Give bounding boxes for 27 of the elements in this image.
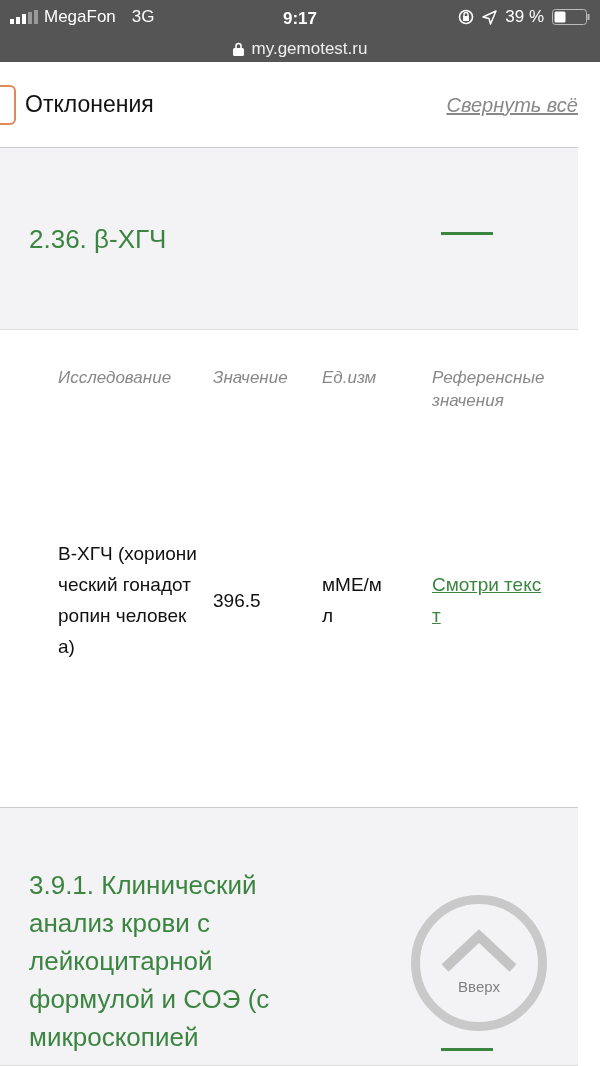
section-title[interactable]: 3.9.1. Клинический анализ крови с лейкоцитарной формулой и СОЭ (с микроскопией [0, 866, 290, 1056]
location-arrow-icon [482, 9, 498, 25]
chevron-up-icon [439, 927, 519, 972]
rotation-lock-icon [458, 9, 475, 25]
expanded-indicator[interactable] [441, 232, 493, 235]
lock-icon [232, 41, 244, 56]
checkbox-label: Отклонения [25, 90, 154, 120]
table-cell-text: мМЕ/мл [322, 573, 383, 628]
battery-percent: 39 % [505, 6, 544, 29]
reference-link[interactable]: Смотри текст [432, 569, 544, 631]
clock: 9:17 [283, 9, 317, 28]
collapse-all-link[interactable]: Свернуть всё [446, 89, 578, 120]
column-header: Значение [213, 367, 289, 389]
expanded-indicator[interactable] [441, 1048, 493, 1051]
table-cell-text: В-ХГЧ (хорионический гонадотропин человека) [58, 542, 198, 659]
table-cell-text: 396.5 [213, 588, 262, 613]
scroll-to-top-button[interactable]: Вверх [411, 895, 547, 1031]
column-header: Референсные значения [432, 367, 546, 412]
column-header: Ед.изм [322, 367, 378, 389]
checkbox[interactable] [0, 84, 16, 125]
carrier-name: MegaFon [44, 6, 116, 29]
column-header: Исследование [58, 367, 173, 389]
signal-icon [10, 10, 40, 24]
battery-icon [552, 9, 590, 25]
network-type: 3G [131, 6, 155, 29]
section-title[interactable]: 2.36. β-ХГЧ [0, 219, 290, 258]
url-text[interactable]: my.gemotest.ru [251, 36, 368, 62]
